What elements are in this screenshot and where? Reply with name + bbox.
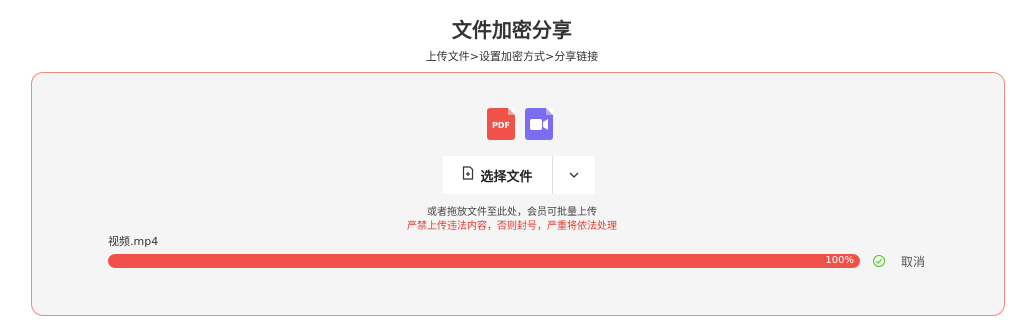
file-select-group: 选择文件 <box>443 156 595 194</box>
file-name: 视频.mp4 <box>108 235 159 248</box>
upload-warning: 严禁上传违法内容，否则封号，严重将依法处理 <box>407 221 617 232</box>
upload-progress-bar: 100% <box>108 254 860 268</box>
video-icon <box>525 108 553 140</box>
upload-hint: 或者拖放文件至此处，会员可批量上传 <box>427 207 597 218</box>
upload-progress-label: 100% <box>825 255 854 266</box>
upload-progress-fill <box>108 254 860 268</box>
chevron-down-icon <box>569 172 579 178</box>
upload-options-dropdown[interactable] <box>553 156 595 194</box>
pdf-icon: PDF <box>487 108 515 140</box>
cancel-upload-button[interactable]: 取消 <box>901 253 925 270</box>
page-title: 文件加密分享 <box>452 18 572 42</box>
check-circle-icon <box>873 255 885 267</box>
document-icon <box>462 166 474 184</box>
select-file-button[interactable]: 选择文件 <box>443 156 552 194</box>
page: 文件加密分享 上传文件>设置加密方式>分享链接 PDF 选择文件 或者拖放文件至… <box>0 0 1024 328</box>
breadcrumb: 上传文件>设置加密方式>分享链接 <box>425 50 599 63</box>
select-file-label: 选择文件 <box>480 169 533 185</box>
pdf-icon-label: PDF <box>492 121 510 130</box>
upload-dropzone[interactable] <box>31 72 1005 316</box>
